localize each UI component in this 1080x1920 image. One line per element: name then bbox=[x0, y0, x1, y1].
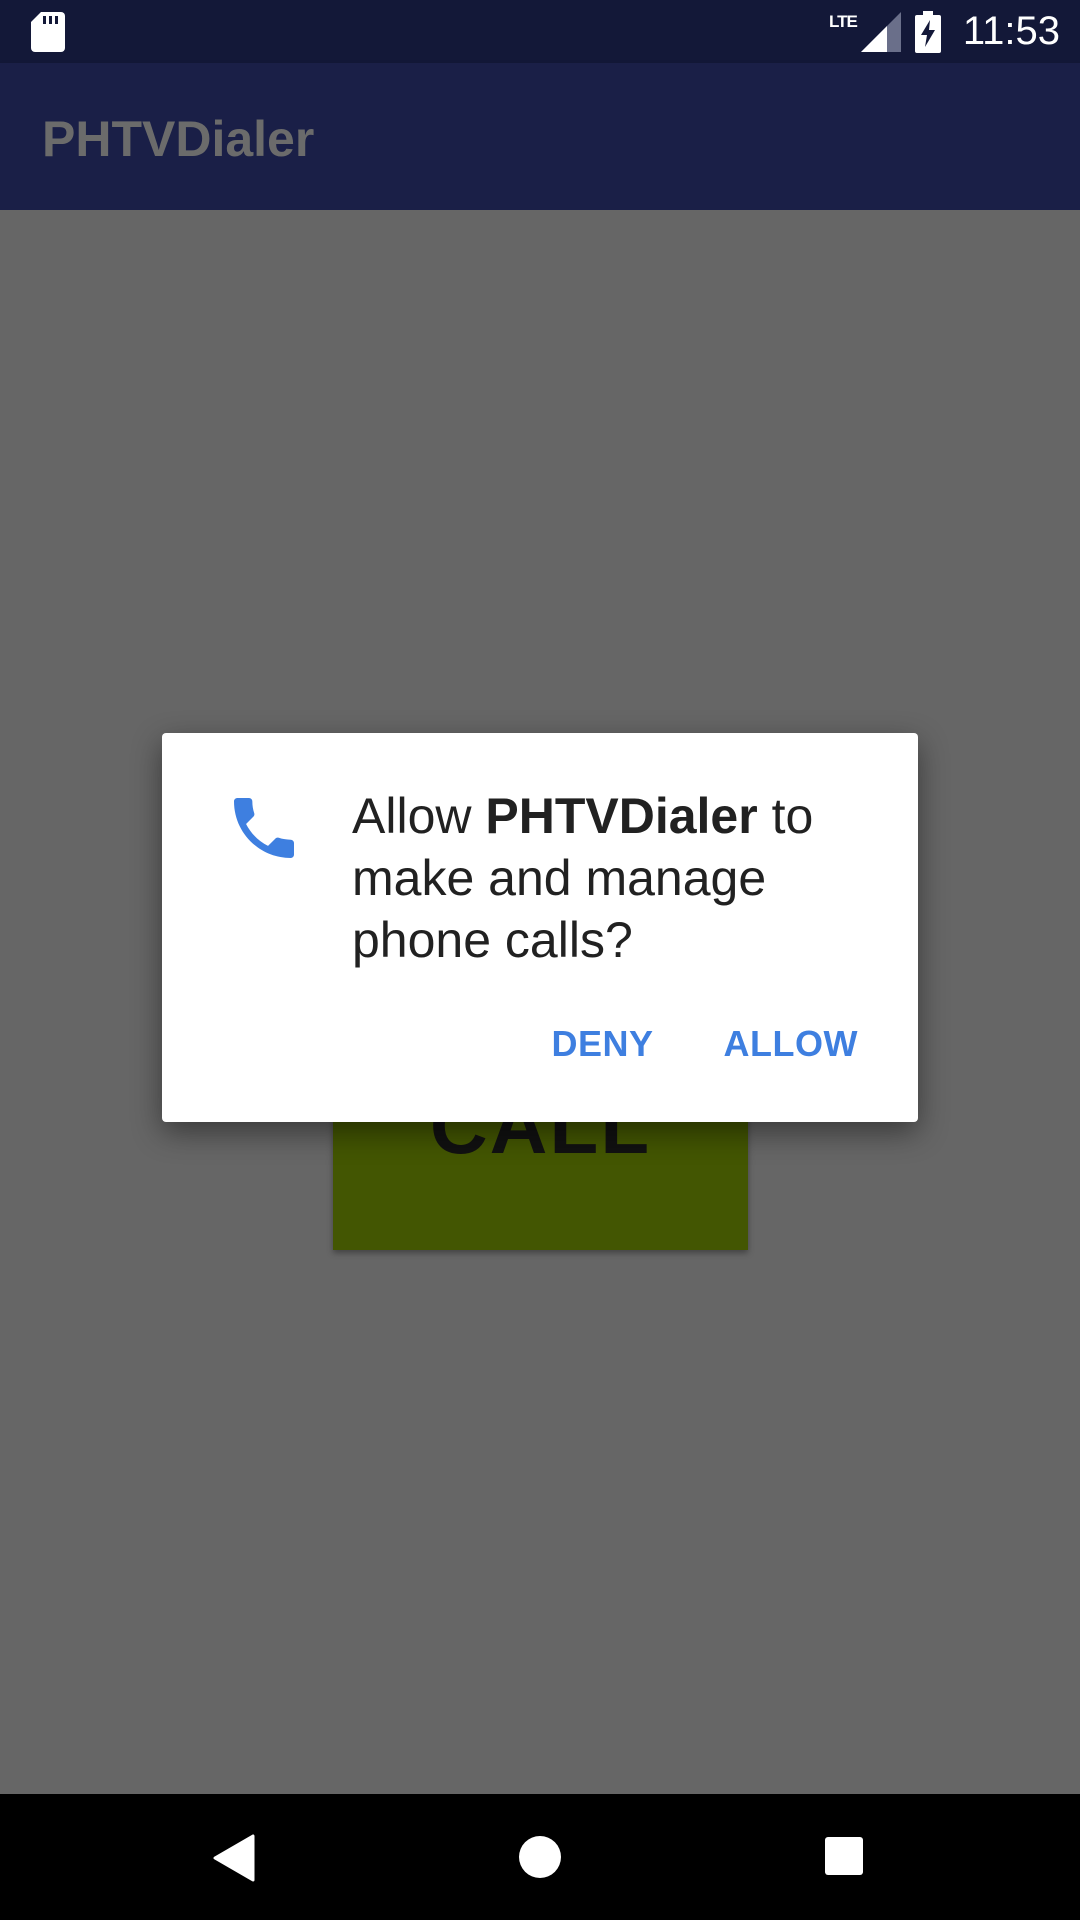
dialog-actions: DENY ALLOW bbox=[552, 1023, 859, 1065]
network-type-label: LTE bbox=[829, 11, 858, 31]
home-icon[interactable] bbox=[519, 1836, 561, 1878]
dialog-message-prefix: Allow bbox=[352, 788, 486, 844]
deny-button[interactable]: DENY bbox=[552, 1023, 654, 1065]
app-title: PHTVDialer bbox=[42, 111, 315, 167]
back-icon[interactable] bbox=[213, 1834, 255, 1882]
signal-icon bbox=[860, 11, 901, 52]
status-bar: LTE 11:53 bbox=[0, 0, 1080, 63]
battery-charging-icon bbox=[914, 10, 941, 53]
allow-button[interactable]: ALLOW bbox=[724, 1023, 858, 1065]
dialog-message: Allow PHTVDialer to make and manage phon… bbox=[352, 785, 872, 971]
phone-icon bbox=[234, 798, 294, 858]
recents-icon[interactable] bbox=[825, 1837, 863, 1875]
sd-card-icon bbox=[31, 12, 65, 52]
app-bar: PHTVDialer bbox=[0, 63, 1080, 210]
clock: 11:53 bbox=[962, 9, 1060, 53]
permission-dialog: Allow PHTVDialer to make and manage phon… bbox=[162, 733, 918, 1122]
dialog-app-name: PHTVDialer bbox=[485, 788, 758, 844]
navigation-bar bbox=[0, 1794, 1080, 1920]
